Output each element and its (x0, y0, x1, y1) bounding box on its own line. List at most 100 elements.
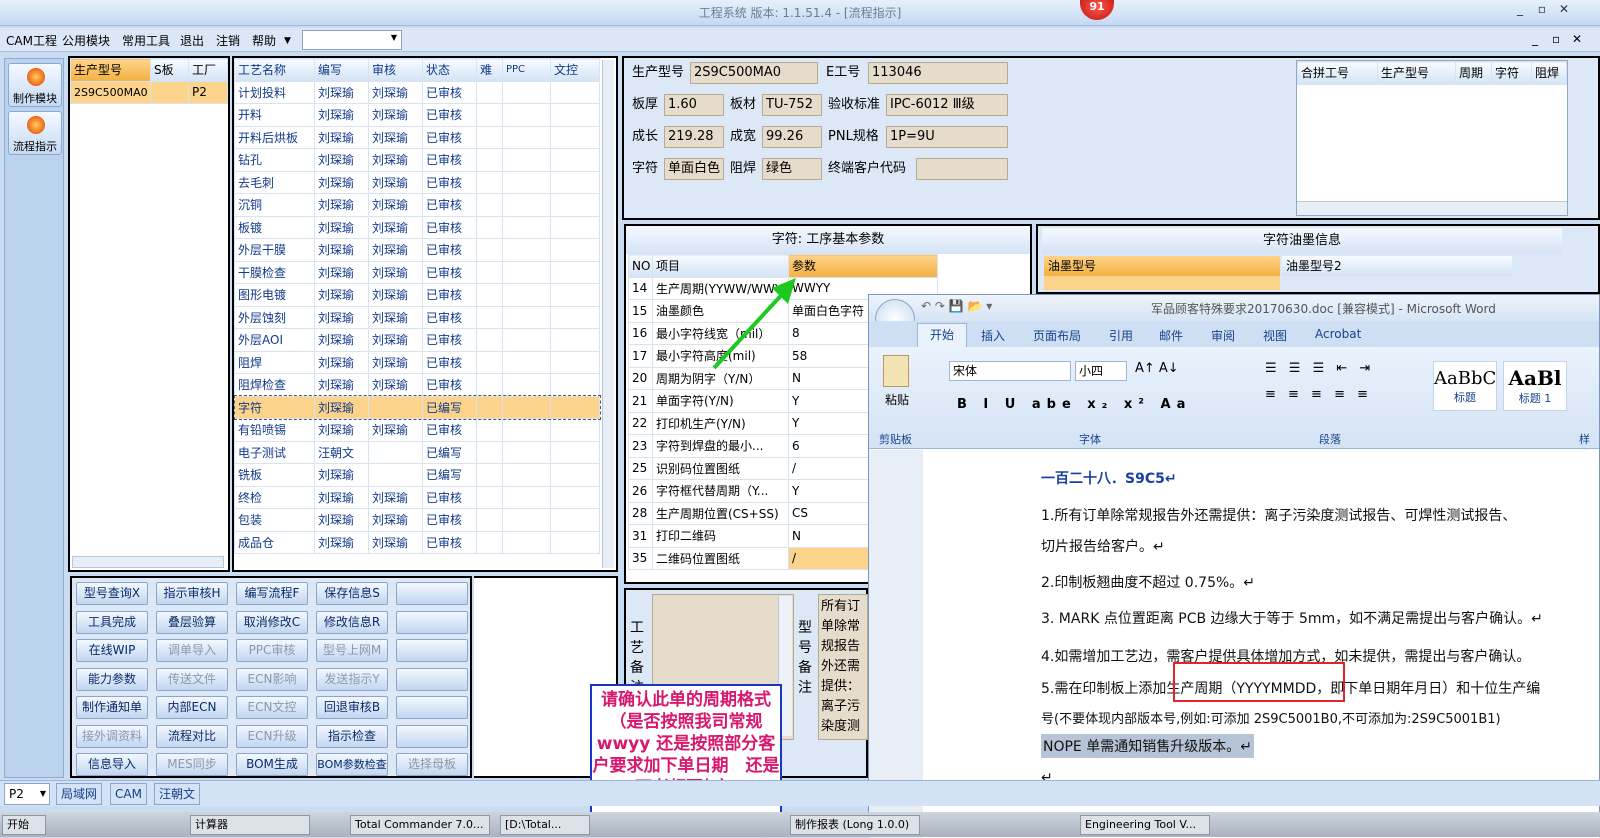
tab-insert[interactable]: 插入 (981, 327, 1005, 344)
action-button[interactable]: 型号查询X (76, 582, 148, 605)
table-row[interactable]: 板镀 刘琛瑜 刘琛瑜 已审核 (234, 215, 600, 239)
table-row[interactable]: 有铅喷锡 刘琛瑜 刘琛瑜 已审核 (234, 418, 600, 442)
mask-field[interactable]: 绿色 (762, 158, 822, 180)
action-button[interactable]: 制作通知单 (76, 696, 148, 719)
action-button[interactable]: 工具完成 (76, 610, 148, 634)
col-header[interactable]: 字符 (1491, 61, 1532, 85)
status-tab-user[interactable]: 汪朝文 (154, 783, 201, 805)
menu-combo[interactable]: ▼ (302, 30, 402, 50)
action-button[interactable]: 信息导入 (76, 753, 148, 776)
taskbar-item[interactable]: [D:\Total... (500, 815, 590, 835)
col-header[interactable]: 状态 (422, 58, 477, 82)
tab-view[interactable]: 视图 (1263, 327, 1287, 344)
taskbar-item[interactable]: Total Commander 7.0... (350, 815, 490, 835)
action-button[interactable]: 回退审核B (316, 696, 388, 719)
action-button[interactable]: 取消修改C (236, 610, 308, 634)
action-button[interactable]: ECN升级 (236, 724, 308, 748)
col-header[interactable]: 文控 (550, 58, 600, 82)
col-header[interactable]: 审核 (368, 58, 423, 82)
action-button[interactable]: 能力参数 (76, 667, 148, 691)
prod-model-field[interactable]: 2S9C500MA0 (690, 62, 818, 84)
col-header[interactable]: 生产型号 (70, 58, 151, 82)
col-header[interactable]: S板 (150, 58, 189, 82)
quick-access-icons[interactable]: ↶ ↷ 💾 📂 ▾ (921, 299, 992, 313)
table-row[interactable]: 2S9C500MA0 P2 (70, 80, 228, 104)
table-row[interactable]: 钻孔 刘琛瑜 刘琛瑜 已审核 (234, 148, 600, 172)
char-field[interactable]: 单面白色 (664, 158, 724, 180)
menu-cam[interactable]: CAM工程 (6, 32, 57, 49)
col-header[interactable]: 合拼工号 (1297, 61, 1378, 85)
h-scrollbar[interactable] (72, 556, 224, 568)
action-button[interactable]: PPC审核 (236, 639, 308, 662)
action-button[interactable]: 传送文件 (156, 667, 228, 691)
nav-make-module[interactable]: 制作模块 (8, 63, 62, 107)
table-row[interactable]: 成品仓 刘琛瑜 刘琛瑜 已审核 (234, 530, 600, 554)
status-tab-lan[interactable]: 局域网 (56, 783, 103, 805)
action-button[interactable]: 调单导入 (156, 639, 228, 662)
list-icons[interactable]: ☰ ☰ ☰ ⇤ ⇥ (1265, 361, 1374, 376)
format-icons[interactable]: B I U abe x₂ x² Aa (957, 397, 1191, 412)
paste-icon[interactable] (883, 355, 909, 387)
action-button[interactable] (396, 667, 468, 691)
table-row[interactable]: 阻焊检查 刘琛瑜 刘琛瑜 已审核 (234, 373, 600, 397)
end-cust-field[interactable] (916, 158, 1008, 180)
minimize-button[interactable]: _ (1510, 2, 1530, 20)
table-row[interactable]: 包装 刘琛瑜 刘琛瑜 已审核 (234, 508, 600, 532)
action-button[interactable] (396, 696, 468, 719)
table-row[interactable]: 图形电镀 刘琛瑜 刘琛瑜 已审核 (234, 283, 600, 307)
width-field[interactable]: 99.26 (762, 126, 822, 148)
table-row[interactable]: 开料 刘琛瑜 刘琛瑜 已审核 (234, 103, 600, 127)
mdi-close-icon[interactable]: ✕ (1572, 32, 1582, 46)
material-field[interactable]: TU-752 (762, 94, 822, 116)
col-header[interactable]: 生产型号 (1377, 61, 1456, 85)
menu-logout[interactable]: 注销 (216, 32, 240, 49)
thickness-field[interactable]: 1.60 (664, 94, 724, 116)
menu-exit[interactable]: 退出 (180, 32, 204, 49)
action-button[interactable] (396, 610, 468, 634)
action-button[interactable] (396, 724, 468, 748)
style-normal[interactable]: AaBbC 标题 (1433, 361, 1497, 411)
action-button[interactable]: 修改信息R (316, 610, 388, 634)
font-size-select[interactable]: 小四 (1075, 361, 1127, 381)
col-header[interactable]: 阻焊 (1531, 61, 1567, 85)
chevron-down-icon[interactable]: ▼ (284, 36, 291, 46)
action-button[interactable]: 保存信息S (316, 582, 388, 605)
action-button[interactable]: 指示审核H (156, 582, 228, 605)
paste-label[interactable]: 粘贴 (885, 391, 909, 408)
menu-help[interactable]: 帮助 (252, 32, 276, 49)
action-button[interactable]: BOM生成 (236, 753, 308, 776)
table-row[interactable]: 阻焊 刘琛瑜 刘琛瑜 已审核 (234, 350, 600, 374)
mdi-restore-icon[interactable]: ▫ (1552, 32, 1560, 46)
start-button[interactable]: 开始 (2, 815, 46, 835)
action-button[interactable]: 选择母板 (396, 753, 468, 776)
table-row[interactable]: 外层AOI 刘琛瑜 刘琛瑜 已审核 (234, 328, 600, 352)
table-row[interactable]: 终检 刘琛瑜 刘琛瑜 已审核 (234, 485, 600, 509)
table-row[interactable]: 铣板 刘琛瑜 已编写 (234, 463, 600, 487)
action-button[interactable]: 型号上网M (316, 639, 388, 662)
grow-font-icon[interactable]: A↑ A↓ (1135, 361, 1179, 376)
font-name-select[interactable]: 宋体 (949, 361, 1071, 381)
table-row[interactable]: 电子测试 汪朝文 已编写 (234, 440, 600, 464)
tab-references[interactable]: 引用 (1109, 327, 1133, 344)
col-header[interactable]: 油墨型号2 (1282, 256, 1512, 276)
action-button[interactable]: ECN影响 (236, 667, 308, 691)
h-scrollbar[interactable] (1297, 201, 1567, 215)
action-button[interactable]: MES同步 (156, 753, 228, 776)
length-field[interactable]: 219.28 (664, 126, 724, 148)
close-button[interactable]: ✕ (1554, 2, 1574, 20)
nav-process[interactable]: 流程指示 (8, 111, 62, 155)
restore-button[interactable]: ▫ (1532, 2, 1552, 20)
tab-mailings[interactable]: 邮件 (1159, 327, 1183, 344)
e-no-field[interactable]: 113046 (868, 62, 1008, 84)
taskbar-item[interactable]: Engineering Tool V... (1080, 815, 1210, 835)
action-button[interactable] (396, 582, 468, 605)
factory-select[interactable]: P2 ▼ (4, 783, 50, 805)
mdi-minimize-icon[interactable]: _ (1532, 32, 1538, 46)
table-row[interactable]: 干膜检查 刘琛瑜 刘琛瑜 已审核 (234, 260, 600, 284)
table-row[interactable]: 外层干膜 刘琛瑜 刘琛瑜 已审核 (234, 238, 600, 262)
model-remark-textarea[interactable]: 所有订单除常规报告外还需提供：离子污染度测试报告、可焊性测试报告、切片报告 (818, 594, 868, 740)
col-header[interactable]: 难 (476, 58, 503, 82)
action-button[interactable]: 叠层验算 (156, 610, 228, 634)
col-header[interactable]: PPC (502, 58, 551, 82)
table-row[interactable]: 计划投料 刘琛瑜 刘琛瑜 已审核 (234, 80, 600, 104)
